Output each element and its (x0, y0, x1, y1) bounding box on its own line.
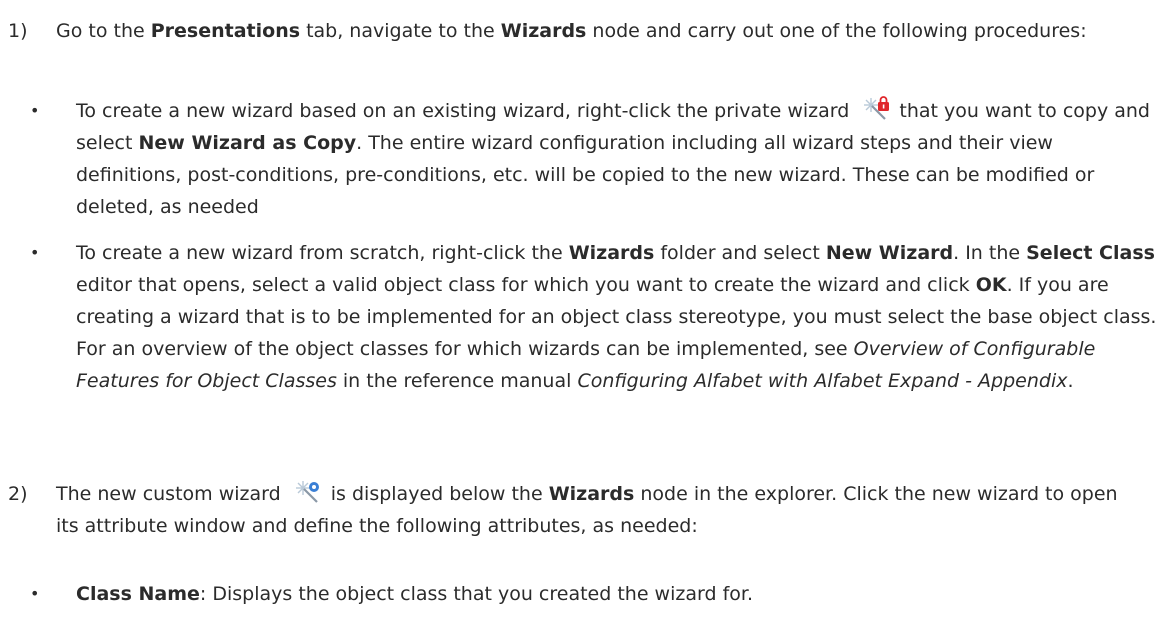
step-number: 1) (8, 20, 28, 42)
ui-term: New Wizard (825, 242, 954, 264)
step-text: Go to the Presentations tab, navigate to… (56, 20, 1087, 42)
ui-term: Presentations (150, 20, 301, 42)
list-item-text: Class Name: Displays the object class th… (76, 583, 753, 605)
step-text: The new custom wizard is displayed below… (56, 478, 1136, 542)
list-item-text: To create a new wizard from scratch, rig… (76, 242, 1157, 392)
doc-reference: Configuring Alfabet with Alfabet Expand … (577, 370, 1068, 392)
ui-term: Wizards (548, 483, 635, 505)
bullet-marker: • (30, 584, 40, 603)
list-item-text: To create a new wizard based on an exist… (76, 95, 1161, 223)
ui-term: New Wizard as Copy (138, 132, 357, 154)
ui-term: Select Class (1026, 242, 1155, 264)
ui-term: Wizards (568, 242, 655, 264)
ui-term: Class Name (76, 583, 200, 605)
ui-term: OK (975, 274, 1007, 296)
ui-term: Wizards (500, 20, 587, 42)
bullet-marker: • (30, 243, 40, 262)
step-number: 2) (8, 483, 28, 505)
private-wizard-icon (861, 95, 891, 121)
bullet-marker: • (30, 101, 40, 120)
custom-wizard-icon (293, 478, 323, 504)
